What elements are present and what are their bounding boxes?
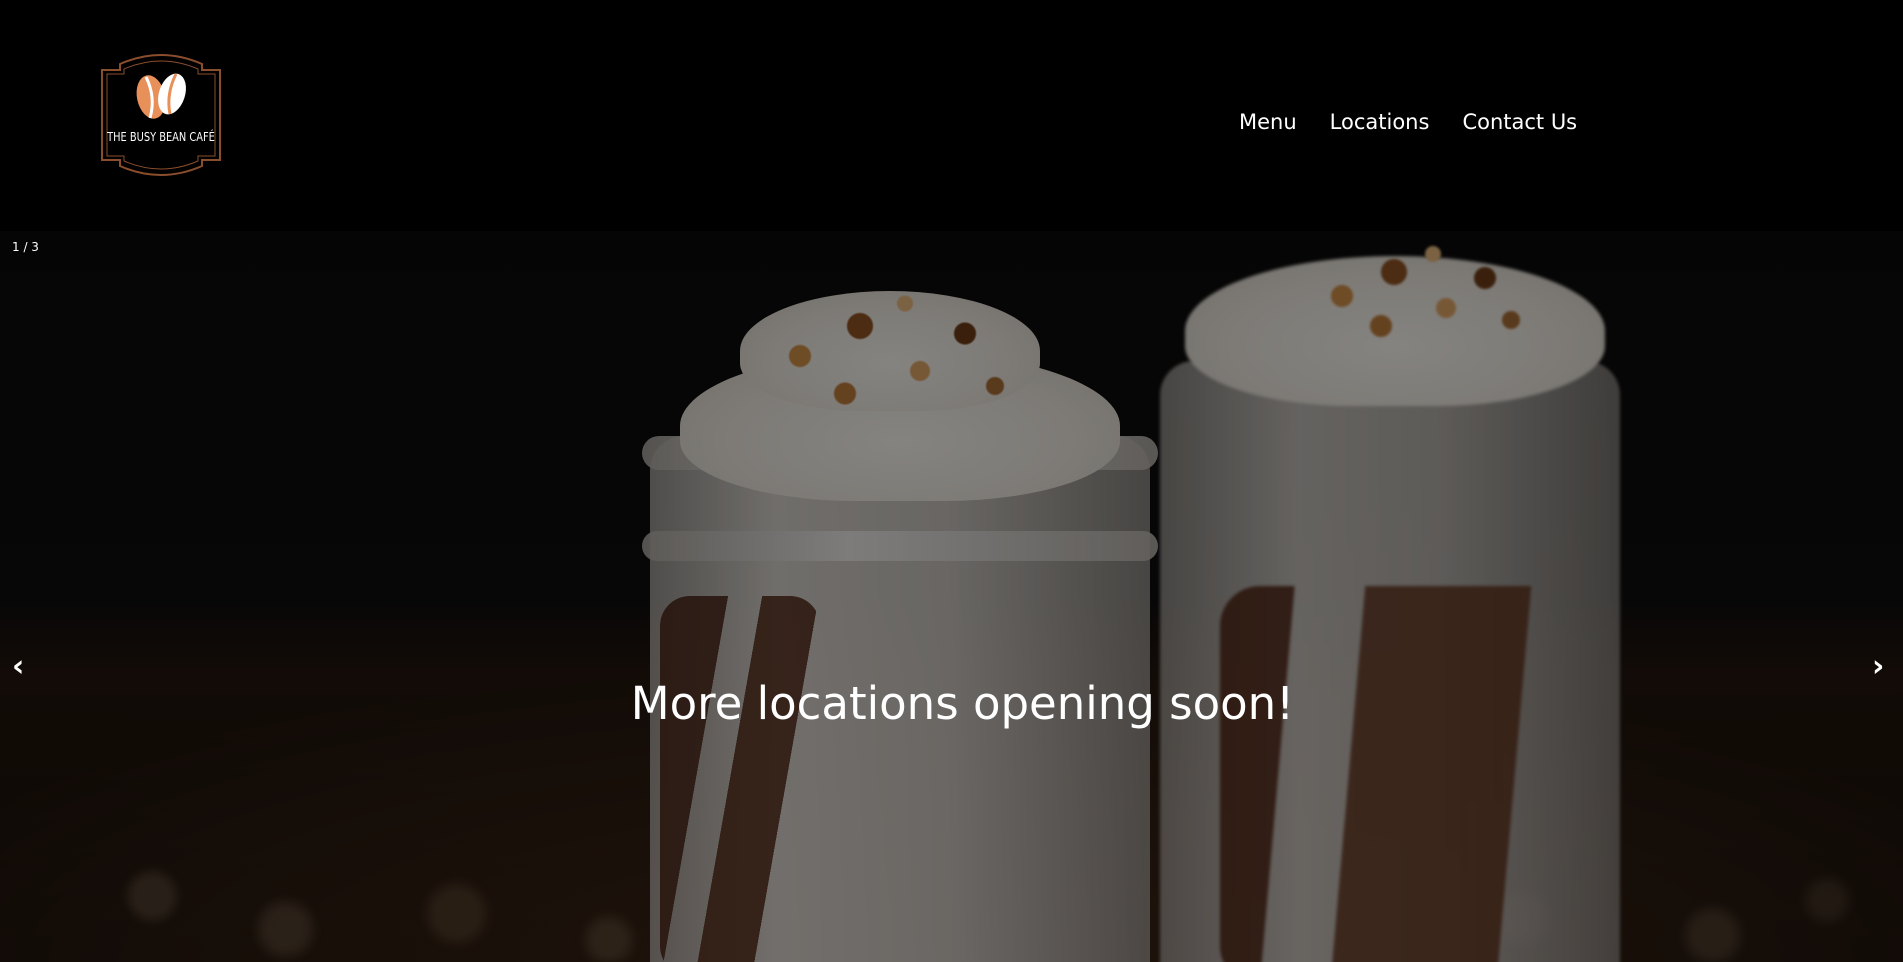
site-header: THE BUSY BEAN CAFÉ Menu Locations Contac…: [0, 0, 1903, 231]
hero-slideshow: 1 / 3 More locations opening soon! ‹ ›: [0, 231, 1903, 962]
chevron-left-icon[interactable]: ‹: [12, 652, 24, 682]
logo-text: THE BUSY BEAN CAFÉ: [107, 130, 215, 144]
nav-menu-link[interactable]: Menu: [1239, 110, 1297, 134]
slide-counter: 1 / 3: [12, 240, 39, 254]
nav-contact-link[interactable]: Contact Us: [1462, 110, 1577, 134]
main-nav: Menu Locations Contact Us: [1239, 110, 1577, 134]
hero-dark-overlay: [0, 231, 1903, 962]
slide-caption: More locations opening soon!: [630, 677, 1295, 730]
chevron-right-icon[interactable]: ›: [1872, 652, 1884, 682]
cafe-logo[interactable]: THE BUSY BEAN CAFÉ: [90, 52, 232, 178]
nav-locations-link[interactable]: Locations: [1330, 110, 1430, 134]
coffee-bean-logo-icon: [101, 54, 221, 176]
